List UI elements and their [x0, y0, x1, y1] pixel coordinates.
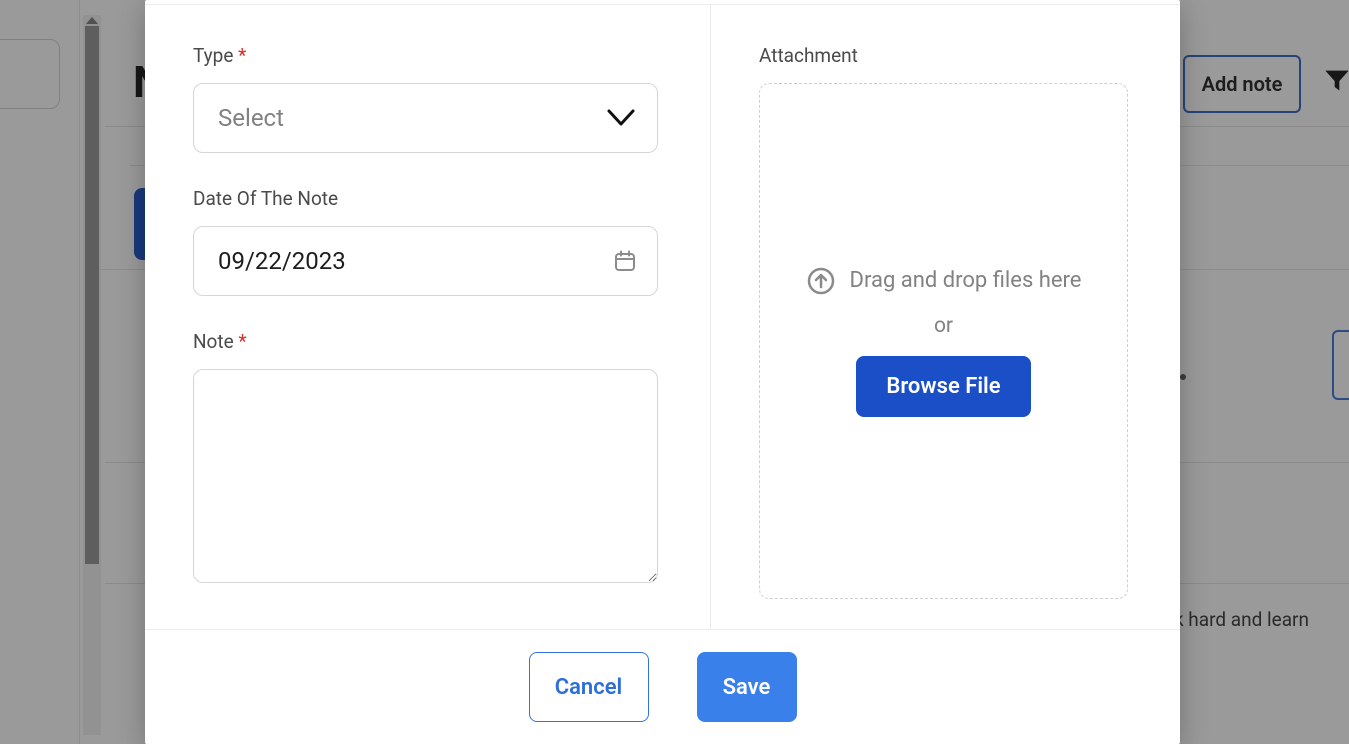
attachment-dropzone[interactable]: Drag and drop files here or Browse File: [759, 83, 1128, 599]
modal-footer: Cancel Save: [145, 629, 1180, 744]
date-label: Date Of The Note: [193, 187, 658, 210]
date-field-group: Date Of The Note 09/22/2023: [193, 187, 658, 296]
browse-file-button[interactable]: Browse File: [856, 356, 1030, 417]
modal-right-column: Attachment Drag and drop files here or B…: [711, 4, 1180, 629]
required-asterisk: *: [238, 44, 246, 67]
modal-header-divider: [145, 4, 1180, 5]
save-label: Save: [723, 675, 771, 700]
cancel-button[interactable]: Cancel: [529, 652, 649, 722]
chevron-down-icon: [607, 109, 635, 127]
type-label: Type *: [193, 44, 658, 67]
upload-icon: [806, 266, 836, 296]
date-value: 09/22/2023: [218, 247, 346, 275]
date-input[interactable]: 09/22/2023: [193, 226, 658, 296]
dropzone-hint-row: Drag and drop files here: [806, 266, 1082, 296]
type-select-placeholder: Select: [218, 104, 284, 132]
dropzone-or-text: or: [934, 314, 953, 338]
attachment-label: Attachment: [759, 44, 1128, 67]
type-label-text: Type: [193, 44, 233, 67]
cancel-label: Cancel: [555, 675, 623, 700]
modal-left-column: Type * Select Date Of The Note 09/22/202…: [145, 4, 711, 629]
type-field-group: Type * Select: [193, 44, 658, 153]
note-textarea[interactable]: [193, 369, 658, 583]
save-button[interactable]: Save: [697, 652, 797, 722]
required-asterisk: *: [238, 330, 246, 353]
add-note-modal: Type * Select Date Of The Note 09/22/202…: [145, 0, 1180, 744]
modal-body: Type * Select Date Of The Note 09/22/202…: [145, 0, 1180, 629]
browse-file-label: Browse File: [886, 374, 1000, 399]
calendar-icon: [613, 249, 637, 273]
dropzone-hint-text: Drag and drop files here: [850, 268, 1082, 293]
note-label-text: Note: [193, 330, 234, 353]
note-label: Note *: [193, 330, 658, 353]
note-field-group: Note *: [193, 330, 658, 587]
type-select[interactable]: Select: [193, 83, 658, 153]
